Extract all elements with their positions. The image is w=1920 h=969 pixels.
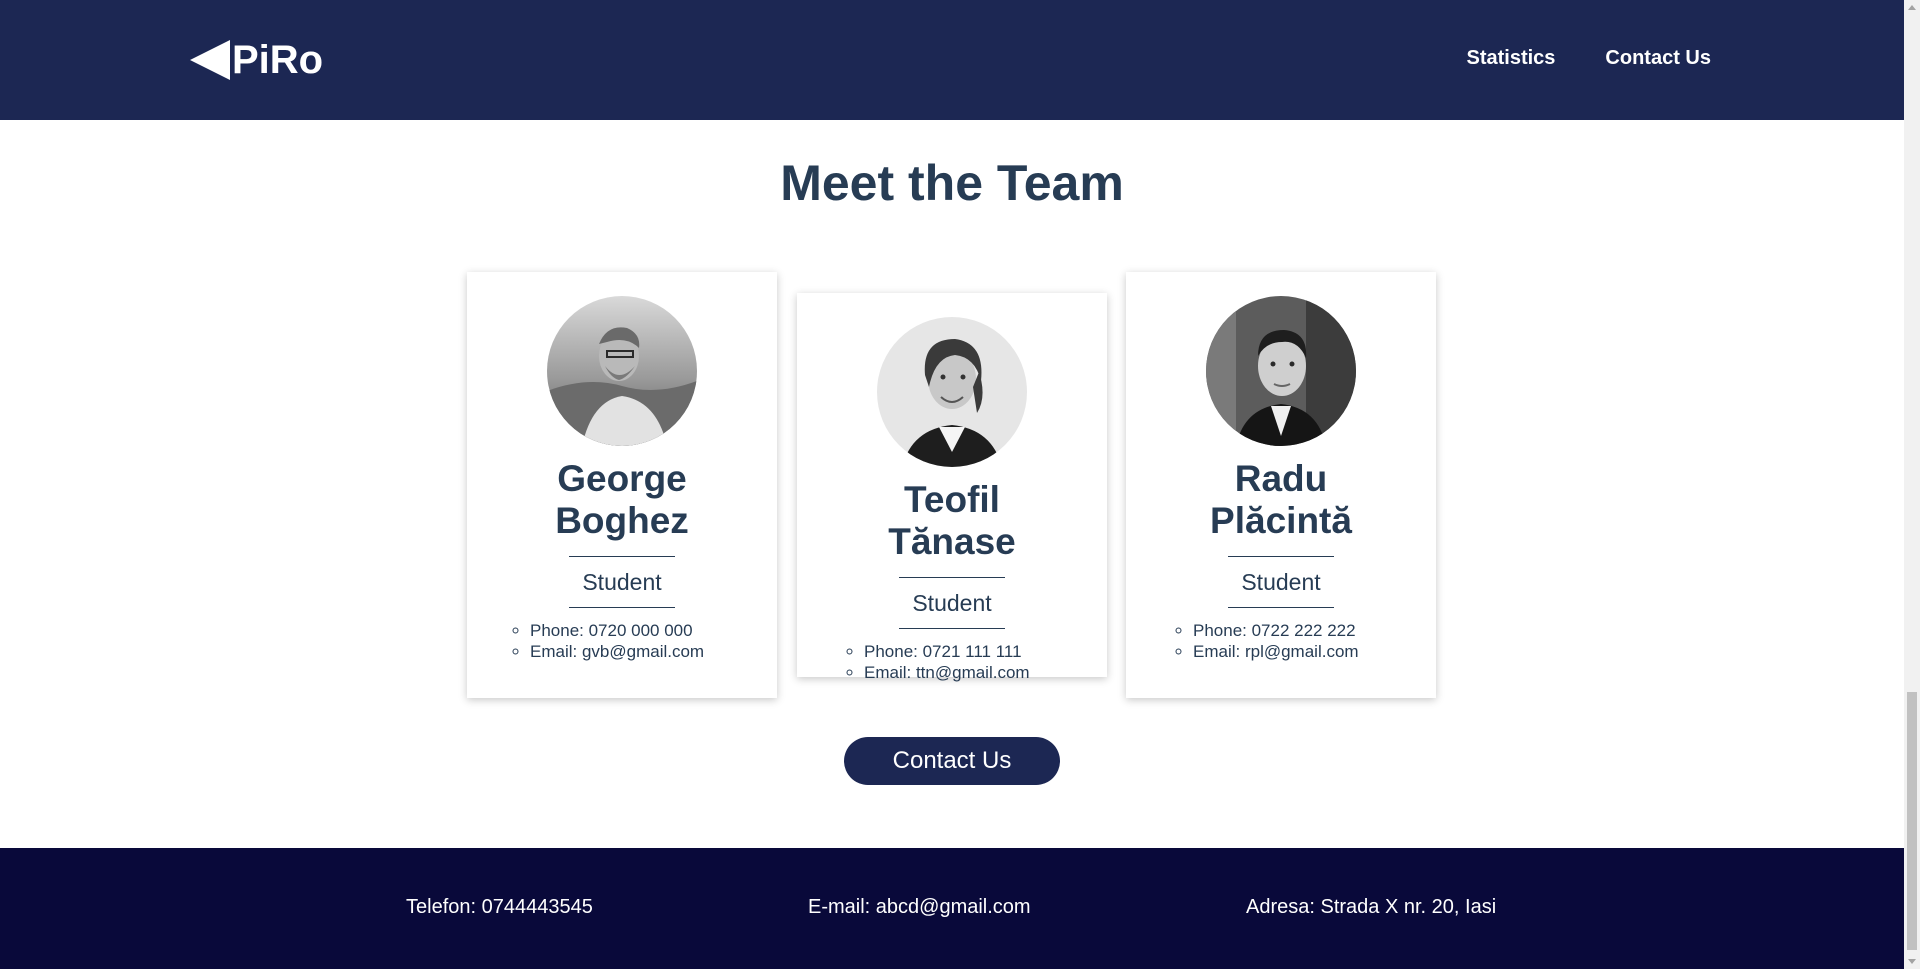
divider [899,628,1005,629]
nav-contact-link[interactable]: Contact Us [1605,47,1711,70]
footer-phone: Telefon: 0744443545 [406,896,593,918]
member-name: Radu Plăcintă [1210,458,1352,541]
contact-list: Phone: 0722 222 222 Email: rpl@gmail.com [1126,620,1436,662]
nav-statistics-link[interactable]: Statistics [1466,47,1555,70]
member-name: Teofil Tănase [888,479,1016,562]
member-phone: Phone: 0722 222 222 [1193,620,1436,641]
page-scrollbar[interactable] [1904,0,1920,969]
divider [1228,556,1334,557]
divider [569,607,675,608]
scroll-up-arrow-icon[interactable] [1908,5,1916,10]
contact-list: Phone: 0720 000 000 Email: gvb@gmail.com [467,620,777,662]
team-card-radu: Radu Plăcintă Student Phone: 0722 222 22… [1126,272,1436,698]
member-role: Student [582,569,662,595]
contact-us-button[interactable]: Contact Us [844,737,1060,785]
scroll-thumb[interactable] [1907,692,1917,950]
scroll-down-arrow-icon[interactable] [1908,959,1916,964]
member-role: Student [1241,569,1321,595]
member-email: Email: gvb@gmail.com [530,641,777,662]
logo-link[interactable]: PiRo [190,38,323,82]
member-phone: Phone: 0721 111 111 [864,641,1107,662]
site-header: PiRo Statistics Contact Us [0,0,1904,120]
avatar-teofil [877,317,1027,467]
divider [569,556,675,557]
site-footer: Telefon: 0744443545 E-mail: abcd@gmail.c… [0,848,1904,969]
member-email: Email: rpl@gmail.com [1193,641,1436,662]
contact-list: Phone: 0721 111 111 Email: ttn@gmail.com [797,641,1107,683]
footer-email: E-mail: abcd@gmail.com [808,896,1031,918]
avatar-george [547,296,697,446]
member-phone: Phone: 0720 000 000 [530,620,777,641]
footer-address: Adresa: Strada X nr. 20, Iasi [1246,896,1497,918]
team-card-george: George Boghez Student Phone: 0720 000 00… [467,272,777,698]
member-name: George Boghez [555,458,689,541]
logo-arrow-icon [190,40,230,80]
member-role: Student [912,590,992,616]
main-nav: Statistics Contact Us [1466,47,1711,70]
member-email: Email: ttn@gmail.com [864,662,1107,683]
divider [1228,607,1334,608]
logo-text: PiRo [232,38,324,82]
team-card-teofil: Teofil Tănase Student Phone: 0721 111 11… [797,293,1107,682]
divider [899,577,1005,578]
avatar-radu [1206,296,1356,446]
page-title: Meet the Team [780,155,1124,211]
